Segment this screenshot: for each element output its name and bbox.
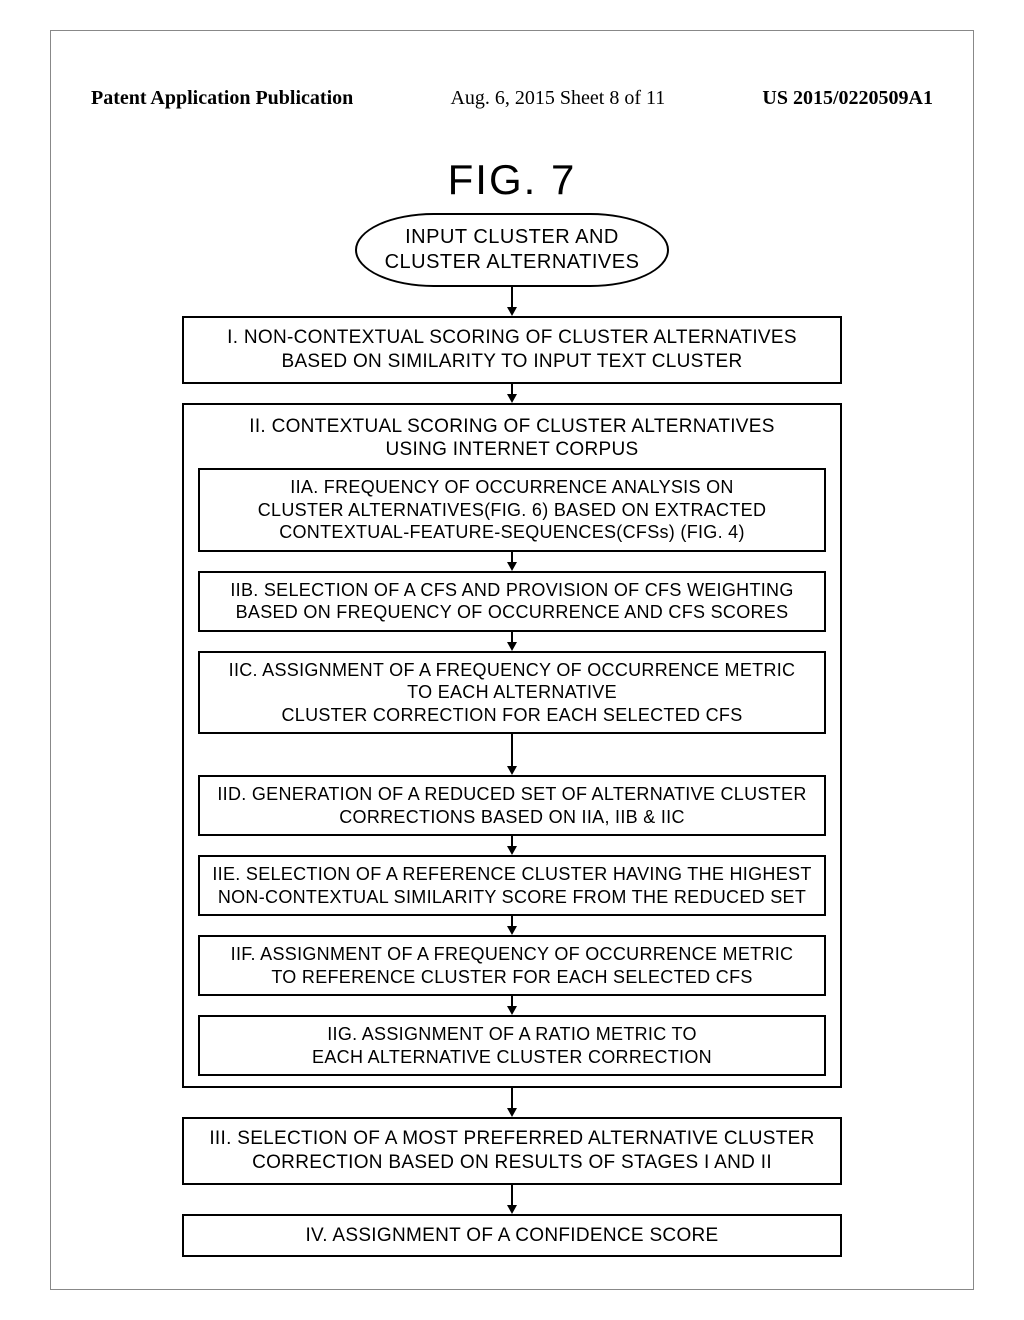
page-header: Patent Application Publication Aug. 6, 2… [51, 87, 973, 110]
figure-title: FIG. 7 [448, 156, 577, 204]
stage-2e-box: IIE. SELECTION OF A REFERENCE CLUSTER HA… [198, 855, 825, 916]
stage-3-box: III. SELECTION OF A MOST PREFERRED ALTER… [182, 1117, 842, 1185]
start-node: INPUT CLUSTER ANDCLUSTER ALTERNATIVES [355, 213, 670, 287]
stage-2f-box: IIF. ASSIGNMENT OF A FREQUENCY OF OCCURR… [198, 935, 825, 996]
header-left: Patent Application Publication [91, 87, 353, 110]
stage-2d-box: IID. GENERATION OF A REDUCED SET OF ALTE… [198, 775, 825, 836]
stage-2a-box: IIA. FREQUENCY OF OCCURRENCE ANALYSIS ON… [198, 468, 825, 552]
flowchart: INPUT CLUSTER ANDCLUSTER ALTERNATIVES I.… [182, 213, 842, 1257]
page-frame: Patent Application Publication Aug. 6, 2… [50, 30, 974, 1290]
header-center: Aug. 6, 2015 Sheet 8 of 11 [450, 87, 665, 110]
stage-2g-box: IIG. ASSIGNMENT OF A RATIO METRIC TOEACH… [198, 1015, 825, 1076]
stage-2-title: II. CONTEXTUAL SCORING OF CLUSTER ALTERN… [239, 411, 784, 469]
stage-2c-box: IIC. ASSIGNMENT OF A FREQUENCY OF OCCURR… [198, 651, 825, 735]
stage-4-box: IV. ASSIGNMENT OF A CONFIDENCE SCORE [182, 1214, 842, 1258]
stage-2-container: II. CONTEXTUAL SCORING OF CLUSTER ALTERN… [182, 403, 842, 1089]
stage-1-box: I. NON-CONTEXTUAL SCORING OF CLUSTER ALT… [182, 316, 842, 384]
stage-2b-box: IIB. SELECTION OF A CFS AND PROVISION OF… [198, 571, 825, 632]
header-right: US 2015/0220509A1 [762, 87, 933, 110]
